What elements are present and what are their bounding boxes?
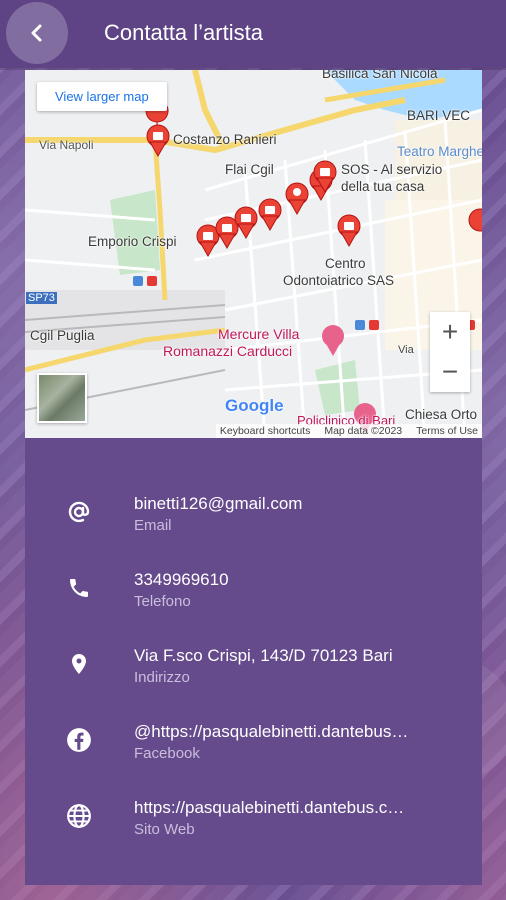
map-label-centro-2: Odontoiatrico SAS	[283, 273, 395, 288]
map-label-sos: SOS - Al servizio	[341, 162, 443, 177]
zoom-out-button[interactable]: −	[430, 352, 470, 392]
map-view[interactable]: Basilica San Nicola BARI VEC Teatro Marg…	[25, 70, 482, 438]
map-data-text: Map data ©2023	[324, 425, 403, 437]
map-canvas	[25, 70, 482, 438]
zoom-controls: + −	[430, 312, 470, 392]
map-label-emporio: Emporio Crispi	[88, 234, 177, 249]
view-larger-map-link[interactable]: View larger map	[37, 82, 167, 111]
map-attribution: Keyboard shortcuts Map data ©2023 Terms …	[215, 424, 482, 438]
address-value: Via F.sco Crispi, 143/D 70123 Bari	[134, 646, 393, 665]
address-label: Indirizzo	[134, 669, 190, 686]
email-value: binetti126@gmail.com	[134, 494, 303, 513]
map-label-centro: Centro	[325, 256, 366, 271]
phone-value: 3349969610	[134, 570, 229, 589]
contact-row-phone[interactable]: 3349969610 Telefono	[25, 570, 482, 630]
map-label-flai: Flai Cgil	[225, 162, 274, 177]
website-label: Sito Web	[134, 821, 195, 838]
zoom-in-button[interactable]: +	[430, 312, 470, 352]
map-label-sos-2: della tua casa	[341, 179, 425, 194]
at-icon	[65, 498, 93, 526]
contact-row-website[interactable]: https://pasqualebinetti.dantebus.c… Sito…	[25, 798, 482, 858]
contact-row-facebook[interactable]: @https://pasqualebinetti.dantebus… Faceb…	[25, 722, 482, 782]
map-label-mercure-2: Romanazzi Carducci	[163, 343, 293, 359]
map-label-via: Via	[398, 344, 414, 356]
contact-row-address[interactable]: Via F.sco Crispi, 143/D 70123 Bari Indir…	[25, 646, 482, 706]
location-pin-icon	[65, 650, 93, 678]
map-label-mercure: Mercure Villa	[218, 326, 300, 342]
facebook-label: Facebook	[134, 745, 200, 762]
contact-panel: binetti126@gmail.com Email 3349969610 Te…	[25, 438, 482, 885]
map-label-chiesa: Chiesa Orto	[405, 407, 478, 422]
map-label-bari-vec: BARI VEC	[407, 108, 471, 123]
page-title: Contatta l’artista	[104, 20, 263, 45]
map-label-basilica: Basilica San Nicola	[322, 70, 438, 81]
phone-label: Telefono	[134, 593, 191, 610]
map-label-via-napoli: Via Napoli	[39, 138, 94, 152]
contact-row-email[interactable]: binetti126@gmail.com Email	[25, 494, 482, 554]
email-label: Email	[134, 517, 172, 534]
map-label-cgil: Cgil Puglia	[30, 328, 95, 343]
map-label-costanzo: Costanzo Ranieri	[173, 132, 277, 147]
chevron-left-icon	[31, 24, 42, 42]
map-label-sp73: SP73	[26, 292, 57, 304]
phone-icon	[65, 574, 93, 602]
satellite-toggle[interactable]	[37, 373, 87, 423]
google-logo: Google	[225, 396, 284, 415]
keyboard-shortcuts-link[interactable]: Keyboard shortcuts	[220, 425, 310, 437]
map-label-teatro: Teatro Marghe	[397, 144, 482, 159]
app-bar: Contatta l’artista	[0, 0, 506, 68]
facebook-icon	[65, 726, 93, 754]
globe-icon	[65, 802, 93, 830]
website-value: https://pasqualebinetti.dantebus.c…	[134, 798, 405, 817]
terms-link[interactable]: Terms of Use	[416, 425, 478, 437]
facebook-value: @https://pasqualebinetti.dantebus…	[134, 722, 409, 741]
back-button[interactable]	[6, 2, 68, 64]
